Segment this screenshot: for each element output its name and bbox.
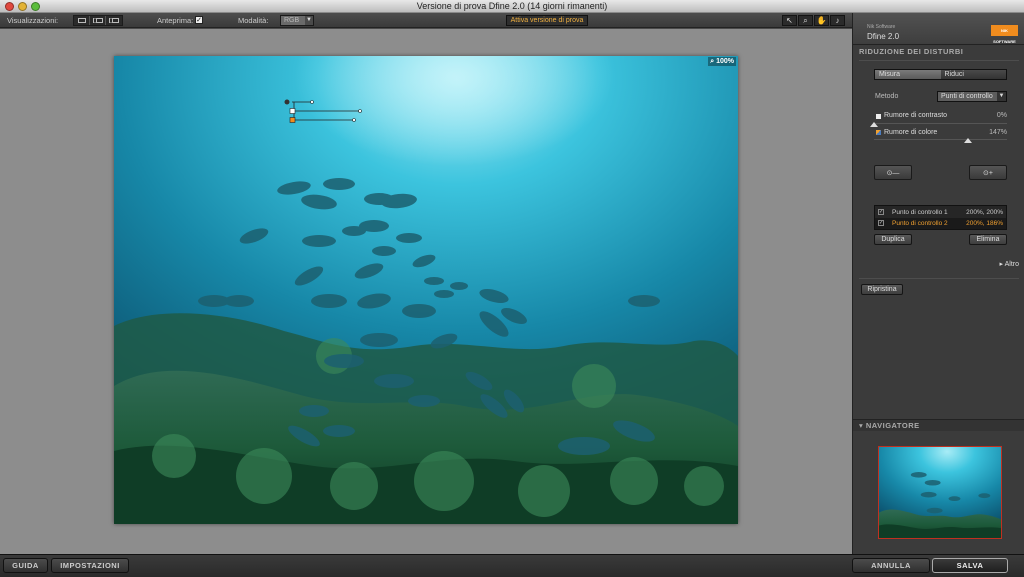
- list-item[interactable]: ✓ Punto di controllo 1 200%, 200%: [875, 207, 1006, 218]
- preview-canvas: ⌕ 100%: [0, 29, 852, 554]
- contrast-noise-track[interactable]: [874, 123, 1007, 124]
- contrast-noise-thumb[interactable]: [870, 122, 878, 127]
- color-noise-label: Rumore di colore: [884, 129, 938, 136]
- delete-button[interactable]: Elimina: [969, 234, 1007, 245]
- split-view-button[interactable]: [90, 16, 106, 25]
- noise-reduction-header: RIDUZIONE DEI DISTURBI: [859, 47, 964, 56]
- chevron-down-icon: ▼: [997, 92, 1006, 101]
- zoom-indicator: ⌕ 100%: [708, 57, 736, 66]
- control-point-name: Punto di controllo 2: [892, 220, 948, 227]
- navigator-title: NAVIGATORE: [865, 421, 920, 430]
- collapse-triangle-icon: ▾: [859, 421, 864, 430]
- underwater-photo: [114, 56, 738, 524]
- method-select[interactable]: Punti di controllo ▼: [937, 91, 1007, 102]
- mode-select[interactable]: RGB ▼: [280, 15, 314, 26]
- settings-button[interactable]: IMPOSTAZIONI: [51, 558, 129, 573]
- remove-control-point-button[interactable]: ⊙—: [874, 165, 912, 180]
- add-control-point-button[interactable]: ⊙+: [969, 165, 1007, 180]
- bottom-bar: GUIDA IMPOSTAZIONI ANNULLA SALVA: [0, 554, 1024, 577]
- brand-company: Nik Software: [867, 24, 896, 30]
- control-point-list: ✓ Punto di controllo 1 200%, 200% ✓ Punt…: [874, 205, 1007, 230]
- control-point-value: 200%, 200%: [966, 209, 1003, 216]
- mode-tabs: Misura Riduci: [874, 69, 1007, 80]
- magnifier-icon: ⌕: [710, 58, 715, 65]
- contrast-noise-value: 0%: [996, 112, 1007, 119]
- pointer-tool-icon[interactable]: ↖: [782, 15, 797, 26]
- checkbox-icon[interactable]: ✓: [878, 220, 884, 226]
- brand-header: Nik Software Dfine 2.0 NIK SOFTWARE: [853, 13, 1024, 45]
- navigator-thumbnail[interactable]: [878, 446, 1002, 539]
- side-by-side-view-icon: [109, 18, 119, 23]
- chevron-down-icon: ▼: [305, 16, 313, 25]
- color-noise-value: 147%: [989, 129, 1007, 136]
- navigator-header[interactable]: ▾ NAVIGATORE: [853, 419, 1024, 431]
- mode-select-value: RGB: [284, 17, 300, 24]
- control-point-name: Punto di controllo 1: [892, 209, 948, 216]
- list-item[interactable]: ✓ Punto di controllo 2 200%, 186%: [875, 218, 1006, 229]
- control-point-value: 200%, 186%: [966, 220, 1003, 227]
- hand-tool-icon[interactable]: ✋: [814, 15, 829, 26]
- close-window-button[interactable]: [5, 2, 14, 11]
- control-point-1-marker: [284, 99, 290, 105]
- color-noise-swatch: [876, 130, 881, 135]
- positive-control-point-icon: ⊙+: [983, 170, 993, 177]
- zoom-tool-icon[interactable]: ⌕: [798, 15, 813, 26]
- brand-product: Dfine 2.0: [867, 32, 900, 41]
- color-noise-track[interactable]: [874, 139, 1007, 140]
- navigator-photo: [879, 447, 1001, 538]
- method-label: Metodo: [875, 93, 899, 100]
- split-view-icon: [92, 18, 103, 23]
- side-by-side-view-button[interactable]: [106, 16, 122, 25]
- preview-checkbox[interactable]: ✓: [195, 16, 203, 24]
- nik-logo-icon: NIK SOFTWARE: [991, 25, 1018, 44]
- reset-button[interactable]: Ripristina: [861, 284, 903, 295]
- single-view-icon: [77, 18, 86, 23]
- checkbox-icon[interactable]: ✓: [878, 209, 884, 215]
- disclosure-triangle-icon: ▸: [999, 261, 1004, 268]
- help-button[interactable]: GUIDA: [3, 558, 48, 573]
- window-title: Versione di prova Dfine 2.0 (14 giorni r…: [416, 1, 608, 11]
- right-panel: Nik Software Dfine 2.0 NIK SOFTWARE RIDU…: [852, 13, 1024, 554]
- duplicate-button[interactable]: Duplica: [874, 234, 912, 245]
- more-link-label: Altro: [1004, 261, 1019, 268]
- minimize-window-button[interactable]: [18, 2, 27, 11]
- pipette-tool-icon[interactable]: ♪: [830, 15, 845, 26]
- activate-trial-button[interactable]: Attiva versione di prova: [506, 15, 588, 26]
- toolbar: Visualizzazioni: Anteprima: ✓ Modalità: …: [0, 13, 852, 28]
- single-view-button[interactable]: [74, 16, 90, 25]
- mode-label: Modalità:: [238, 16, 269, 25]
- preview-label: Anteprima:: [157, 16, 194, 25]
- section-divider: [859, 60, 1019, 61]
- zoom-level: 100%: [716, 58, 734, 65]
- zoom-window-button[interactable]: [31, 2, 40, 11]
- tool-icons: ↖ ⌕ ✋ ♪: [782, 15, 845, 26]
- negative-control-point-icon: ⊙—: [886, 170, 900, 177]
- contrast-noise-swatch: [876, 114, 881, 119]
- more-link[interactable]: ▸ Altro: [1000, 260, 1019, 268]
- color-noise-thumb[interactable]: [964, 138, 973, 143]
- method-select-value: Punti di controllo: [941, 93, 993, 100]
- section-divider: [859, 278, 1019, 279]
- contrast-noise-label: Rumore di contrasto: [884, 112, 948, 119]
- view-mode-buttons: [73, 15, 123, 26]
- cancel-button[interactable]: ANNULLA: [852, 558, 930, 573]
- tab-measure[interactable]: Misura: [875, 70, 941, 79]
- save-button[interactable]: SALVA: [932, 558, 1008, 573]
- title-bar: Versione di prova Dfine 2.0 (14 giorni r…: [0, 0, 1024, 13]
- photo-preview[interactable]: ⌕ 100%: [114, 56, 738, 524]
- tab-reduce[interactable]: Riduci: [940, 70, 1006, 79]
- views-label: Visualizzazioni:: [7, 16, 59, 25]
